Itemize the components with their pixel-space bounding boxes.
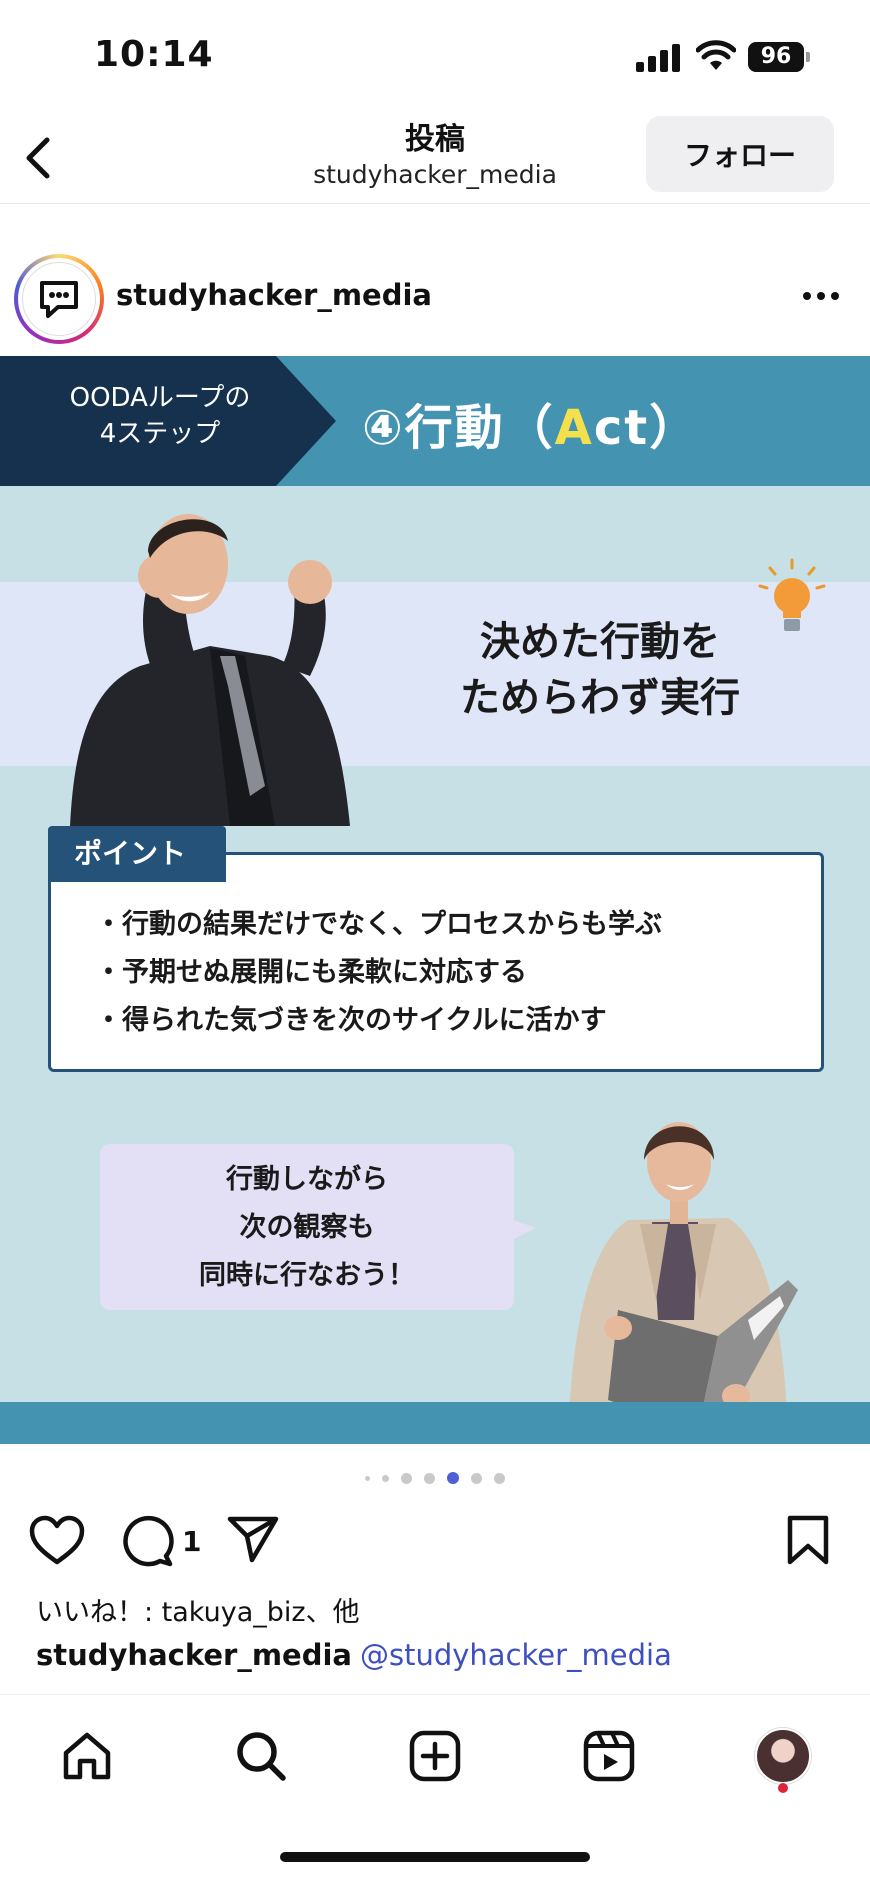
battery-level: 96 xyxy=(748,42,804,72)
more-dots-icon xyxy=(803,292,811,300)
image-bottom-band xyxy=(0,1402,870,1444)
speech-bubble: 行動しながら 次の観察も 同時に行なおう！ xyxy=(100,1144,514,1310)
image-step-title: ④行動（Act） xyxy=(362,400,700,456)
point-item: ・行動の結果だけでなく、プロセスからも学ぶ xyxy=(95,909,662,940)
carousel-dot xyxy=(494,1472,505,1484)
send-icon xyxy=(227,1516,279,1563)
likes-text[interactable]: いいね！: takuya_biz、他 xyxy=(36,1590,360,1629)
bottom-tab-bar xyxy=(0,1694,870,1812)
notification-dot xyxy=(778,1783,788,1793)
carousel-dot xyxy=(365,1475,370,1481)
like-button[interactable] xyxy=(28,1514,86,1566)
status-time: 10:14 xyxy=(94,34,214,75)
point-tab: ポイント xyxy=(48,826,226,882)
post-image[interactable]: OODAループの 4ステップ ④行動（Act） 決めた行動を ためらわず実行 ポ… xyxy=(0,356,870,1444)
tab-profile[interactable] xyxy=(752,1725,814,1787)
heart-icon xyxy=(29,1515,85,1565)
post-avatar[interactable] xyxy=(14,254,104,344)
carousel-dot xyxy=(471,1472,482,1484)
reels-icon xyxy=(583,1730,635,1782)
tab-create[interactable] xyxy=(404,1725,466,1787)
carousel-dot-active xyxy=(447,1472,459,1484)
tab-reels[interactable] xyxy=(578,1725,640,1787)
more-options-button[interactable] xyxy=(796,278,846,314)
comment-count: 1 xyxy=(182,1524,202,1558)
search-icon xyxy=(237,1732,286,1781)
businesswoman-illustration xyxy=(568,1122,798,1444)
carousel-dot xyxy=(424,1472,435,1484)
cellular-signal-icon xyxy=(636,44,680,72)
post-actions: 1 xyxy=(0,1506,870,1570)
comment-button[interactable]: 1 xyxy=(120,1514,201,1568)
battery-tip xyxy=(806,52,810,62)
nav-header: 投稿 studyhacker_media フォロー xyxy=(0,110,870,204)
point-item: ・予期せぬ展開にも柔軟に対応する xyxy=(95,957,527,988)
save-button[interactable] xyxy=(786,1514,830,1566)
caption-username[interactable]: studyhacker_media xyxy=(36,1638,352,1672)
battery-indicator: 96 xyxy=(748,42,810,72)
image-headline: 決めた行動を ためらわず実行 xyxy=(460,619,740,721)
speech-bubble-tail xyxy=(508,1218,536,1242)
speech-bubble-logo-icon xyxy=(40,281,78,318)
tab-home[interactable] xyxy=(56,1725,118,1787)
home-indicator xyxy=(280,1852,590,1862)
comment-icon xyxy=(123,1515,174,1567)
carousel-dot xyxy=(401,1472,412,1484)
point-item: ・得られた気づきを次のサイクルに活かす xyxy=(95,1005,607,1036)
caption: studyhacker_media @studyhacker_media xyxy=(36,1638,672,1672)
status-bar: 10:14 96 xyxy=(0,0,870,110)
businessman-illustration xyxy=(70,514,350,826)
follow-button[interactable]: フォロー xyxy=(646,116,834,192)
carousel-dot xyxy=(382,1474,389,1482)
point-box: ・行動の結果だけでなく、プロセスからも学ぶ ・予期せぬ展開にも柔軟に対応する ・… xyxy=(48,852,824,1072)
bookmark-icon xyxy=(787,1515,829,1565)
post-username[interactable]: studyhacker_media xyxy=(116,278,432,312)
caption-mention-link[interactable]: @studyhacker_media xyxy=(360,1638,672,1672)
carousel-indicator xyxy=(0,1470,870,1486)
post-header: studyhacker_media xyxy=(0,250,870,346)
tab-search[interactable] xyxy=(230,1725,292,1787)
wifi-icon xyxy=(696,40,736,70)
home-icon xyxy=(63,1732,111,1780)
share-button[interactable] xyxy=(226,1514,280,1564)
image-step-label: OODAループの 4ステップ xyxy=(69,383,251,449)
plus-square-icon xyxy=(409,1730,461,1782)
profile-avatar xyxy=(755,1728,811,1784)
lightbulb-icon xyxy=(758,558,826,631)
